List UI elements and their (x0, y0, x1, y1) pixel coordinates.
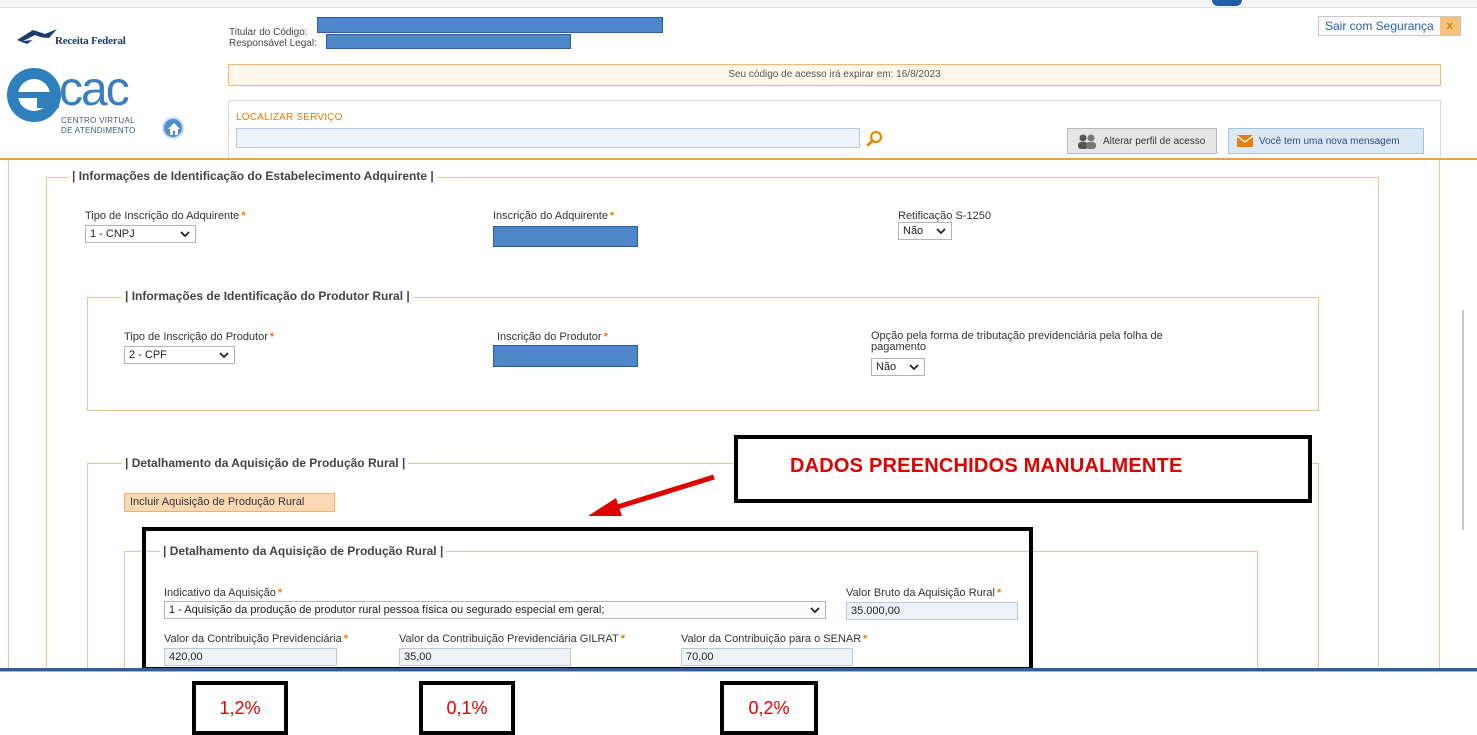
search-input[interactable] (236, 128, 860, 148)
chevron-down-icon (936, 228, 946, 235)
retificacao-value: Não (903, 225, 924, 237)
inscricao-adquirente-input[interactable] (493, 226, 638, 247)
access-expiry-notice: Seu código de acesso irá expirar em: 16/… (228, 64, 1441, 86)
top-tab-indicator (1212, 0, 1242, 6)
envelope-icon (1237, 135, 1253, 147)
retificacao-select[interactable]: Não (898, 222, 952, 240)
pct-prev-annotation: 1,2% (192, 681, 288, 735)
pct-gilrat-annotation: 0,1% (419, 681, 515, 735)
opcao-tributacao-select[interactable]: Não (871, 358, 925, 376)
change-profile-button[interactable]: Alterar perfil de acesso (1067, 128, 1217, 154)
holder-redaction (317, 17, 663, 33)
inscricao-produtor-label: Inscrição do Produtor * (497, 331, 608, 343)
callout-text: DADOS PREENCHIDOS MANUALMENTE (790, 455, 1183, 477)
search-label: LOCALIZAR SERVIÇO (236, 112, 343, 123)
tipo-produtor-select[interactable]: 2 - CPF (124, 346, 235, 364)
receita-federal-logo[interactable]: Receita Federal (15, 26, 135, 52)
brand-name: Receita Federal (55, 35, 126, 47)
detalhamento-legend: | Detalhamento da Aquisição de Produção … (122, 456, 409, 470)
change-profile-label: Alterar perfil de acesso (1103, 135, 1206, 147)
tipo-adquirente-value: 1 - CNPJ (90, 228, 135, 240)
chevron-down-icon (909, 364, 919, 371)
header: Receita Federal cac CENTRO VIRTUAL DE AT… (0, 0, 1477, 158)
holder-label: Titular do Código: (229, 27, 308, 38)
home-icon (168, 123, 180, 135)
tipo-produtor-value: 2 - CPF (129, 349, 167, 361)
search-icon[interactable] (866, 130, 884, 148)
home-button[interactable] (162, 117, 184, 139)
logout-label: Sair com Segurança (1325, 19, 1434, 33)
inscricao-adquirente-label: Inscrição do Adquirente * (493, 210, 615, 222)
produtor-fieldset (87, 297, 1319, 411)
ecac-logo[interactable]: cac CENTRO VIRTUAL DE ATENDIMENTO (7, 63, 177, 148)
scrollbar-track[interactable] (1462, 310, 1464, 530)
adquirente-legend: | Informações de Identificação do Estabe… (69, 169, 437, 183)
chevron-down-icon (180, 231, 190, 238)
new-message-button[interactable]: Você tem uma nova mensagem (1228, 128, 1424, 154)
holder-info: Titular do Código: Responsável Legal: (229, 27, 317, 49)
inscricao-produtor-input[interactable] (493, 345, 638, 367)
opcao-tributacao-label: Opção pela forma de tributação previdenc… (871, 330, 1163, 353)
annotation-arrow-icon (588, 474, 715, 516)
tipo-adquirente-select[interactable]: 1 - CNPJ (85, 225, 196, 243)
ecac-logo-text: cac (59, 63, 130, 116)
close-icon[interactable]: x (1439, 17, 1460, 35)
new-message-label: Você tem uma nova mensagem (1259, 135, 1400, 147)
tipo-produtor-label: Tipo de Inscrição do Produtor * (124, 331, 275, 343)
produtor-legend: | Informações de Identificação do Produt… (122, 289, 413, 303)
highlight-box (142, 527, 1033, 671)
chevron-down-icon (219, 352, 229, 359)
ecac-subtitle-2: DE ATENDIMENTO (61, 126, 136, 135)
add-acquisition-button[interactable]: Incluir Aquisição de Produção Rural (124, 493, 335, 512)
retificacao-label: Retificação S-1250 (898, 210, 991, 222)
pct-senar-annotation: 0,2% (720, 681, 818, 735)
manual-data-callout: DADOS PREENCHIDOS MANUALMENTE (734, 435, 1312, 503)
ecac-subtitle-1: CENTRO VIRTUAL (61, 116, 135, 125)
tipo-adquirente-label: Tipo de Inscrição do Adquirente * (85, 210, 246, 222)
opcao-tributacao-value: Não (876, 361, 897, 373)
scrollbar[interactable] (1440, 160, 1477, 668)
logout-button[interactable]: Sair com Segurança x (1318, 16, 1461, 36)
top-strip (0, 0, 1477, 8)
receita-bird-icon (17, 29, 57, 44)
responsible-label: Responsável Legal: (229, 38, 317, 49)
responsible-redaction (326, 34, 571, 49)
users-icon (1078, 134, 1096, 149)
